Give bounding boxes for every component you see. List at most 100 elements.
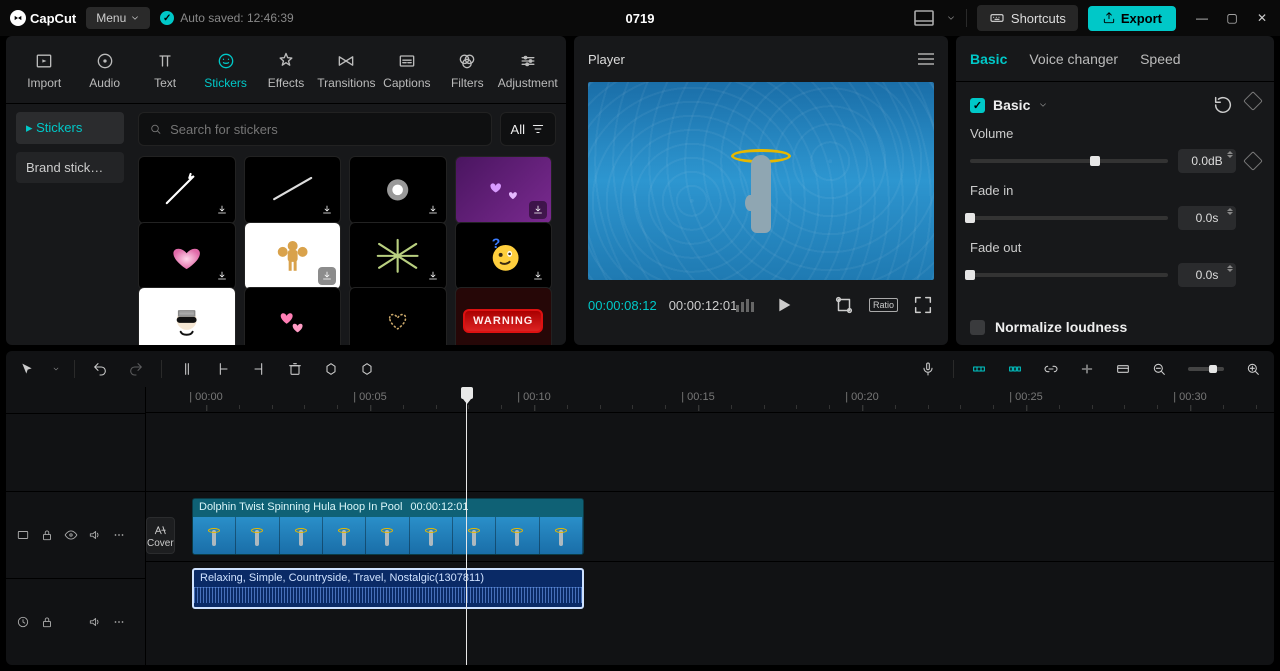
preview-cut-button[interactable] bbox=[1076, 358, 1098, 380]
tab-captions[interactable]: Captions bbox=[377, 50, 437, 90]
sidebar-item-stickers[interactable]: ▸ Stickers bbox=[16, 112, 124, 144]
audio-clip[interactable]: Relaxing, Simple, Countryside, Travel, N… bbox=[192, 568, 584, 609]
keyframe-icon[interactable] bbox=[1243, 91, 1263, 111]
play-button[interactable] bbox=[772, 294, 794, 316]
trim-left-button[interactable] bbox=[212, 358, 234, 380]
zoom-in-button[interactable] bbox=[1242, 358, 1264, 380]
close-button[interactable]: ✕ bbox=[1254, 11, 1270, 25]
track-type-icon[interactable] bbox=[16, 528, 30, 542]
maximize-button[interactable]: ▢ bbox=[1224, 11, 1240, 25]
sticker-streak[interactable] bbox=[244, 156, 342, 224]
zoom-out-button[interactable] bbox=[1148, 358, 1170, 380]
shortcuts-button[interactable]: Shortcuts bbox=[977, 5, 1078, 31]
lock-icon[interactable] bbox=[40, 615, 54, 629]
download-icon[interactable] bbox=[213, 201, 231, 219]
fullscreen-icon[interactable] bbox=[912, 294, 934, 316]
sticker-two-hearts[interactable] bbox=[244, 287, 342, 345]
mark-out-button[interactable] bbox=[356, 358, 378, 380]
tab-text[interactable]: Text bbox=[135, 50, 195, 90]
link-button[interactable] bbox=[1040, 358, 1062, 380]
sticker-glow[interactable] bbox=[349, 156, 447, 224]
more-icon[interactable] bbox=[112, 615, 126, 629]
audio-levels-icon[interactable] bbox=[736, 299, 754, 312]
player-preview[interactable] bbox=[588, 82, 934, 280]
sticker-warning[interactable]: WARNING bbox=[455, 287, 553, 345]
crop-icon[interactable] bbox=[833, 294, 855, 316]
delete-button[interactable] bbox=[284, 358, 306, 380]
tab-voice-changer[interactable]: Voice changer bbox=[1029, 51, 1118, 67]
sticker-sparkle-1[interactable] bbox=[138, 156, 236, 224]
basic-section-header[interactable]: ✓ Basic bbox=[970, 97, 1048, 113]
fadein-slider[interactable] bbox=[970, 216, 1168, 220]
fadeout-value[interactable]: 0.0s bbox=[1178, 263, 1236, 287]
reset-icon[interactable] bbox=[1212, 94, 1234, 116]
pointer-tool[interactable] bbox=[16, 358, 38, 380]
mute-icon[interactable] bbox=[88, 615, 102, 629]
basic-checkbox[interactable]: ✓ bbox=[970, 98, 985, 113]
mark-in-button[interactable] bbox=[320, 358, 342, 380]
sticker-purple-hearts[interactable] bbox=[455, 156, 553, 224]
mic-button[interactable] bbox=[917, 358, 939, 380]
layout-icon[interactable] bbox=[912, 6, 936, 30]
sticker-sparkle-heart[interactable] bbox=[349, 287, 447, 345]
sticker-search[interactable] bbox=[138, 112, 492, 146]
sticker-muscle-dog[interactable] bbox=[244, 222, 342, 290]
eye-icon[interactable] bbox=[64, 528, 78, 542]
tab-stickers[interactable]: Stickers bbox=[195, 50, 255, 90]
sticker-cool-character[interactable] bbox=[138, 287, 236, 345]
clock-icon[interactable] bbox=[16, 615, 30, 629]
download-icon[interactable] bbox=[529, 267, 547, 285]
tab-import[interactable]: Import bbox=[14, 50, 74, 90]
stickers-icon bbox=[215, 50, 237, 72]
player-controls: 00:00:08:12 00:00:12:01 Ratio bbox=[574, 280, 948, 330]
fadein-value[interactable]: 0.0s bbox=[1178, 206, 1236, 230]
tab-basic[interactable]: Basic bbox=[970, 51, 1007, 67]
split-button[interactable] bbox=[176, 358, 198, 380]
tab-adjustment[interactable]: Adjustment bbox=[498, 50, 558, 90]
download-icon[interactable] bbox=[318, 201, 336, 219]
player-menu-icon[interactable] bbox=[918, 53, 934, 65]
minimize-button[interactable]: — bbox=[1194, 11, 1210, 25]
more-icon[interactable] bbox=[112, 528, 126, 542]
ratio-button[interactable]: Ratio bbox=[869, 298, 898, 312]
download-icon[interactable] bbox=[213, 267, 231, 285]
redo-button[interactable] bbox=[125, 358, 147, 380]
tab-effects[interactable]: Effects bbox=[256, 50, 316, 90]
snap-button[interactable] bbox=[1004, 358, 1026, 380]
undo-button[interactable] bbox=[89, 358, 111, 380]
export-icon bbox=[1102, 11, 1116, 25]
search-input[interactable] bbox=[170, 122, 480, 137]
volume-value[interactable]: 0.0dB bbox=[1178, 149, 1236, 173]
lock-icon[interactable] bbox=[40, 528, 54, 542]
chevron-down-icon[interactable] bbox=[52, 365, 60, 373]
download-icon[interactable] bbox=[424, 267, 442, 285]
sticker-burst[interactable] bbox=[349, 222, 447, 290]
chevron-down-icon[interactable] bbox=[946, 13, 956, 23]
download-icon[interactable] bbox=[318, 267, 336, 285]
keyframe-icon[interactable] bbox=[1243, 151, 1263, 171]
volume-slider[interactable] bbox=[970, 159, 1168, 163]
download-icon[interactable] bbox=[424, 201, 442, 219]
magnet-button[interactable] bbox=[968, 358, 990, 380]
download-icon[interactable] bbox=[529, 201, 547, 219]
sticker-pink-heart[interactable] bbox=[138, 222, 236, 290]
sticker-thinking-emoji[interactable]: ? bbox=[455, 222, 553, 290]
normalize-checkbox[interactable] bbox=[970, 320, 985, 335]
menu-button[interactable]: Menu bbox=[86, 7, 150, 29]
tab-speed[interactable]: Speed bbox=[1140, 51, 1180, 67]
sidebar-item-brand-stickers[interactable]: Brand stick… bbox=[16, 152, 124, 183]
trim-right-button[interactable] bbox=[248, 358, 270, 380]
tab-audio[interactable]: Audio bbox=[74, 50, 134, 90]
filter-all-button[interactable]: All bbox=[500, 112, 556, 146]
tab-transitions[interactable]: Transitions bbox=[316, 50, 376, 90]
video-clip[interactable]: Dolphin Twist Spinning Hula Hoop In Pool… bbox=[192, 498, 584, 555]
mute-icon[interactable] bbox=[88, 528, 102, 542]
normalize-row[interactable]: Normalize loudness bbox=[970, 319, 1260, 335]
zoom-slider[interactable] bbox=[1188, 367, 1224, 371]
timeline-settings-button[interactable] bbox=[1112, 358, 1134, 380]
tab-filters[interactable]: Filters bbox=[437, 50, 497, 90]
export-button[interactable]: Export bbox=[1088, 6, 1176, 31]
fadeout-slider[interactable] bbox=[970, 273, 1168, 277]
tracks-area[interactable]: Dolphin Twist Spinning Hula Hoop In Pool… bbox=[146, 413, 1274, 615]
timeline-ruler[interactable]: | 00:00| 00:05| 00:10| 00:15| 00:20| 00:… bbox=[146, 387, 1274, 413]
